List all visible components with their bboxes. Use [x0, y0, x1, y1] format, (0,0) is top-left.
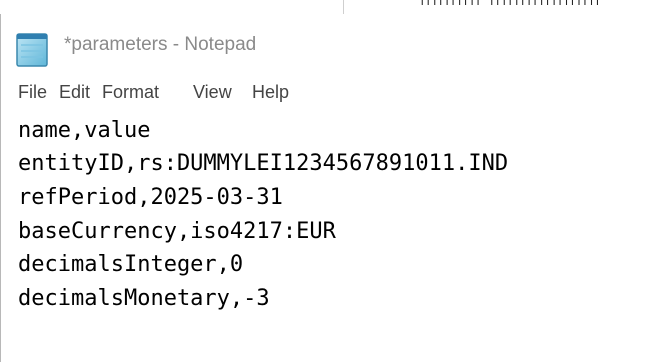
menu-view[interactable]: View [193, 82, 232, 103]
editor-line: entityID,rs:DUMMYLEI1234567891011.IND [18, 151, 509, 176]
background-window-fragment: ▯▯▯▯▯ ▯▯▯▯▯▯▯▯▯ [0, 0, 649, 14]
title-bar[interactable]: *parameters - Notepad [1, 14, 649, 73]
menu-format[interactable]: Format [102, 82, 159, 103]
editor-line: name,value [18, 118, 151, 143]
editor-line: refPeriod,2025-03-31 [18, 185, 283, 210]
menu-help[interactable]: Help [252, 82, 289, 103]
notepad-window: *parameters - Notepad File Edit Format V… [0, 14, 649, 362]
background-window-edge [343, 0, 344, 14]
menu-file[interactable]: File [18, 82, 47, 103]
notepad-icon [10, 32, 54, 68]
text-editor[interactable]: name,value entityID,rs:DUMMYLEI123456789… [1, 111, 649, 362]
editor-line: decimalsMonetary,-3 [18, 286, 270, 311]
editor-line: baseCurrency,iso4217:EUR [18, 219, 336, 244]
menu-bar: File Edit Format View Help [1, 73, 649, 111]
editor-line: decimalsInteger,0 [18, 252, 244, 277]
window-title: *parameters - Notepad [64, 34, 257, 55]
background-window-text: ▯▯▯▯▯ ▯▯▯▯▯▯▯▯▯ [420, 0, 602, 5]
menu-edit[interactable]: Edit [59, 82, 90, 103]
